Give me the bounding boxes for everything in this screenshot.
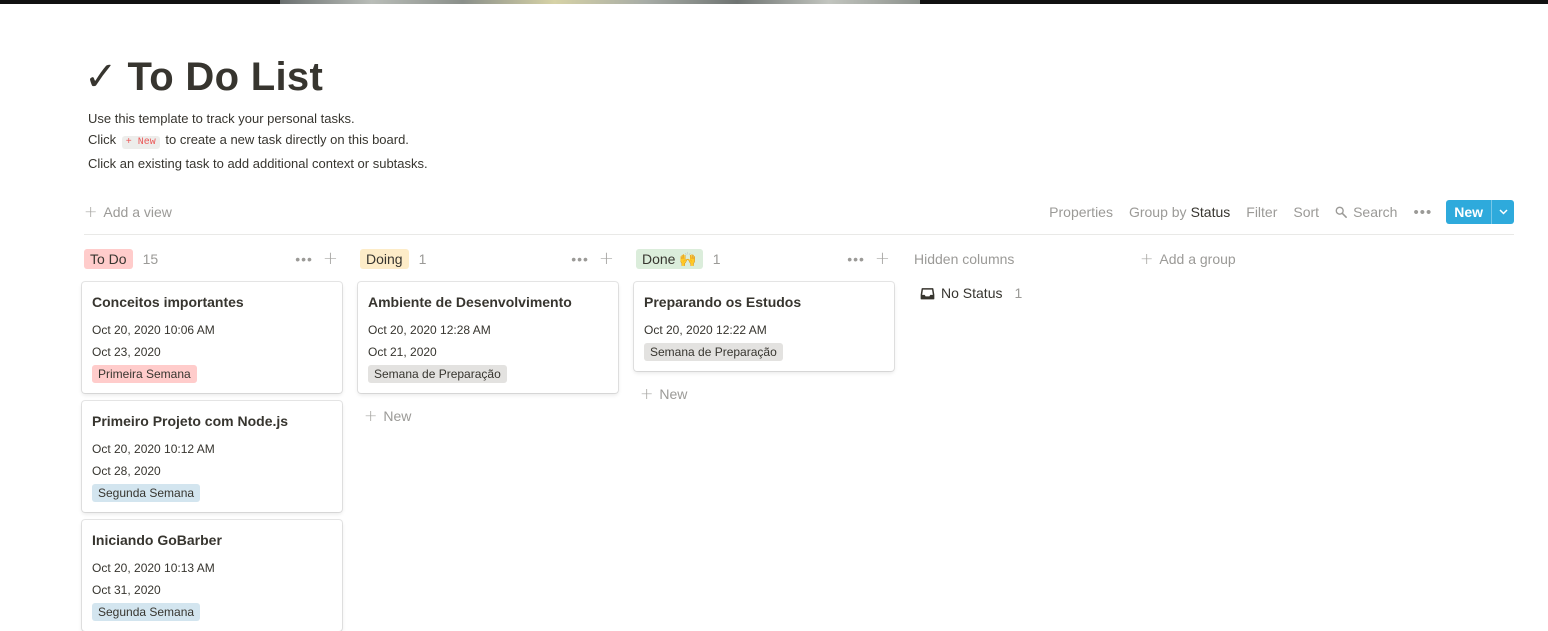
- add-group-button[interactable]: + Add a group: [1140, 249, 1236, 268]
- search-button[interactable]: Search: [1335, 204, 1397, 220]
- more-options-icon[interactable]: •••: [1413, 204, 1432, 221]
- toolbar-divider: [84, 234, 1514, 235]
- board-column-done: Done 🙌 1 ••• +: [636, 248, 892, 270]
- page-title[interactable]: To Do List: [128, 57, 324, 97]
- description-line-3: Click an existing task to add additional…: [88, 156, 428, 171]
- chevron-down-icon[interactable]: [1491, 200, 1514, 224]
- description-line-2-prefix: Click: [88, 132, 120, 147]
- card-created-date: Oct 20, 2020 12:28 AM: [368, 323, 491, 337]
- hidden-column-no-status[interactable]: No Status 1: [920, 285, 1022, 301]
- card-due-date: Oct 28, 2020: [92, 464, 161, 478]
- card-created-date: Oct 20, 2020 12:22 AM: [644, 323, 767, 337]
- column-actions: ••• +: [847, 250, 892, 268]
- cover-image: [0, 0, 1548, 4]
- more-options-icon[interactable]: •••: [571, 251, 589, 267]
- checkmark-icon[interactable]: ✓: [84, 57, 118, 97]
- board-column-to-do: To Do 15 ••• +: [84, 248, 340, 270]
- filter-button[interactable]: Filter: [1246, 204, 1277, 220]
- card-title: Conceitos importantes: [92, 294, 244, 310]
- plus-icon: +: [364, 406, 378, 425]
- card-created-date: Oct 20, 2020 10:12 AM: [92, 442, 215, 456]
- column-status-pill[interactable]: To Do: [84, 249, 133, 269]
- group-by-label: Group by: [1128, 204, 1187, 220]
- properties-button[interactable]: Properties: [1049, 204, 1113, 220]
- plus-icon: +: [84, 202, 98, 221]
- plus-icon: +: [640, 384, 654, 403]
- column-new-label: New: [383, 408, 412, 424]
- card-due-date: Oct 21, 2020: [368, 345, 437, 359]
- new-button-label[interactable]: New: [1446, 200, 1491, 224]
- toolbar-actions: Properties Group by Status Filter Sort Se…: [1033, 200, 1514, 224]
- board-card[interactable]: Conceitos importantes Oct 20, 2020 10:06…: [82, 282, 342, 393]
- column-header: To Do 15 ••• +: [84, 248, 340, 270]
- card-title: Primeiro Projeto com Node.js: [92, 413, 289, 429]
- group-by-value: Status: [1190, 204, 1231, 220]
- column-new-button[interactable]: + New: [640, 384, 688, 403]
- group-by-button[interactable]: Group by Status: [1129, 204, 1230, 220]
- column-new-button[interactable]: + New: [364, 406, 412, 425]
- add-card-icon[interactable]: +: [599, 250, 614, 268]
- search-icon: [1335, 206, 1347, 218]
- no-status-count: 1: [1014, 285, 1023, 301]
- column-status-pill[interactable]: Doing: [360, 249, 409, 269]
- column-actions: ••• +: [295, 250, 340, 268]
- card-created-date: Oct 20, 2020 10:13 AM: [92, 561, 215, 575]
- add-card-icon[interactable]: +: [875, 250, 890, 268]
- more-options-icon[interactable]: •••: [847, 251, 865, 267]
- sort-button[interactable]: Sort: [1293, 204, 1319, 220]
- add-card-icon[interactable]: +: [323, 250, 338, 268]
- inline-code-new: + New: [121, 136, 160, 149]
- add-group-label: Add a group: [1159, 251, 1236, 267]
- card-tag: Semana de Preparação: [644, 343, 783, 361]
- column-new-label: New: [659, 386, 688, 402]
- board-card[interactable]: Preparando os Estudos Oct 20, 2020 12:22…: [634, 282, 894, 371]
- board-column-doing: Doing 1 ••• +: [360, 248, 616, 270]
- card-tag: Primeira Semana: [92, 365, 197, 383]
- card-tag: Segunda Semana: [92, 603, 201, 621]
- card-tag: Semana de Preparação: [368, 365, 507, 383]
- board-card[interactable]: Primeiro Projeto com Node.js Oct 20, 202…: [82, 401, 342, 512]
- add-view-label: Add a view: [103, 204, 172, 220]
- add-view-button[interactable]: + Add a view: [84, 202, 172, 221]
- column-header: Doing 1 ••• +: [360, 248, 616, 270]
- column-count: 1: [712, 251, 721, 267]
- no-status-label: No Status: [941, 285, 1003, 301]
- card-title: Ambiente de Desenvolvimento: [368, 294, 572, 310]
- board-card[interactable]: Iniciando GoBarber Oct 20, 2020 10:13 AM…: [82, 520, 342, 631]
- description-line-2-suffix: to create a new task directly on this bo…: [161, 132, 409, 147]
- more-options-icon[interactable]: •••: [295, 251, 313, 267]
- card-created-date: Oct 20, 2020 10:06 AM: [92, 323, 215, 337]
- column-actions: ••• +: [571, 250, 616, 268]
- card-title: Preparando os Estudos: [644, 294, 802, 310]
- hidden-columns-label: Hidden columns: [914, 251, 1015, 267]
- column-status-pill[interactable]: Done 🙌: [636, 249, 703, 269]
- column-count: 15: [142, 251, 159, 267]
- board-toolbar: + Add a view Properties Group by Status F…: [84, 198, 1514, 226]
- page-description: Use this template to track your personal…: [88, 108, 428, 174]
- description-line-2: Click + New to create a new task directl…: [88, 129, 428, 153]
- page-header: ✓ To Do List: [84, 52, 323, 102]
- column-count: 1: [418, 251, 427, 267]
- card-due-date: Oct 23, 2020: [92, 345, 161, 359]
- card-title: Iniciando GoBarber: [92, 532, 222, 548]
- plus-icon: +: [1140, 249, 1154, 268]
- description-line-1: Use this template to track your personal…: [88, 111, 355, 126]
- cover-image-strip: [280, 0, 920, 4]
- card-due-date: Oct 31, 2020: [92, 583, 161, 597]
- board-card[interactable]: Ambiente de Desenvolvimento Oct 20, 2020…: [358, 282, 618, 393]
- search-label: Search: [1353, 204, 1398, 220]
- column-header: Done 🙌 1 ••• +: [636, 248, 892, 270]
- new-button[interactable]: New: [1446, 200, 1514, 224]
- inbox-icon: [920, 287, 935, 299]
- card-tag: Segunda Semana: [92, 484, 201, 502]
